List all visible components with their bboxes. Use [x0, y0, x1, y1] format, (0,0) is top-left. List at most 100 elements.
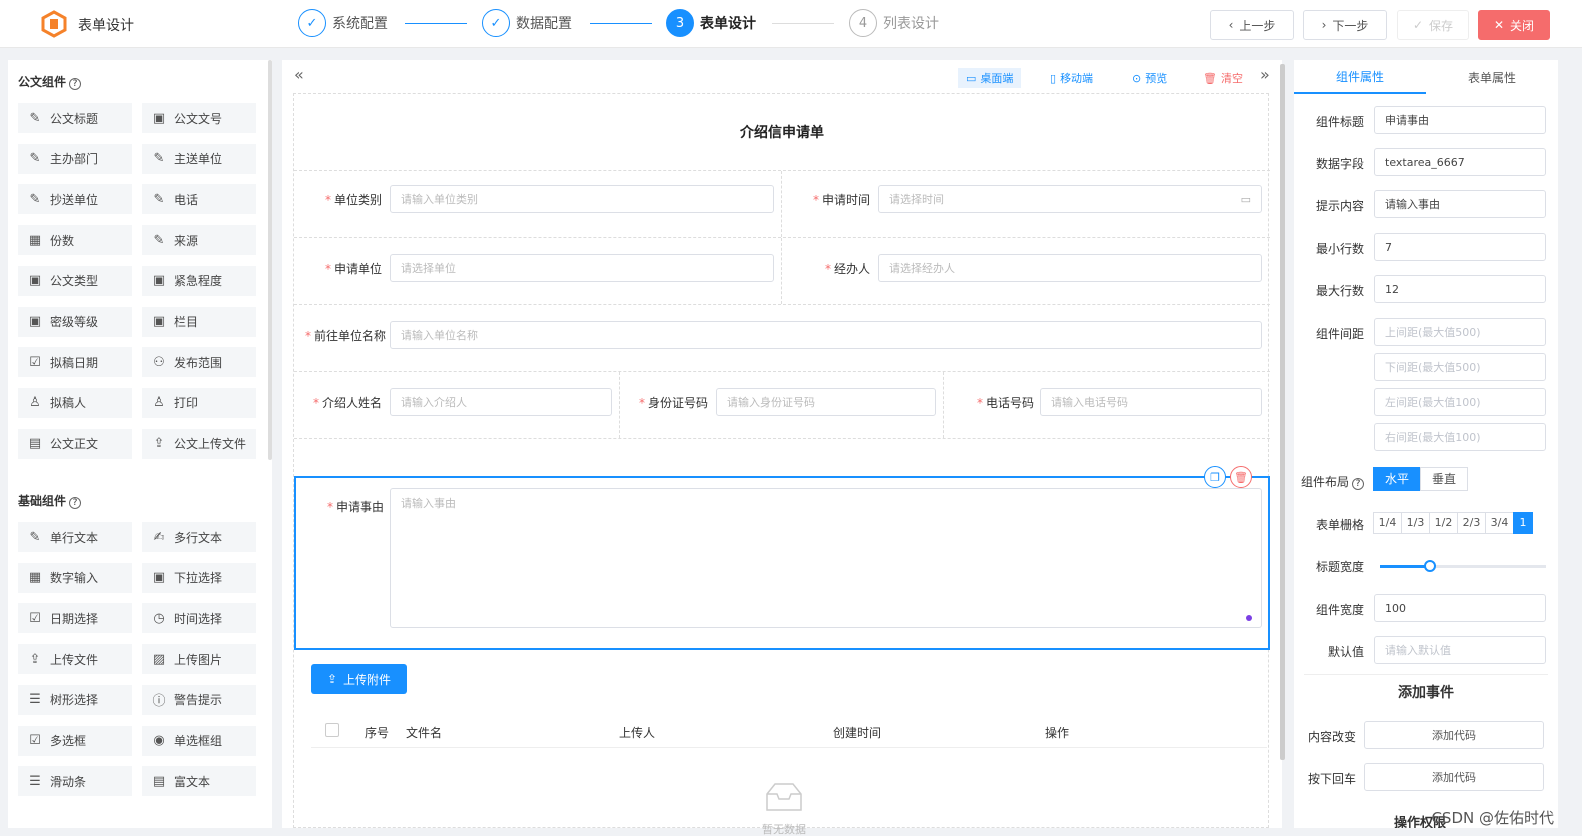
component-item[interactable]: ▣ 密级等级: [18, 306, 132, 337]
desktop-view-button[interactable]: ▭ 桌面端: [958, 68, 1022, 88]
component-item[interactable]: ▣ 紧急程度: [142, 265, 256, 296]
apply-unit-select[interactable]: 请选择单位: [390, 254, 774, 282]
component-item[interactable]: ▣ 公文文号: [142, 103, 256, 133]
spacing-bottom-input[interactable]: 下间距(最大值500): [1374, 353, 1546, 381]
form-cell[interactable]: * 申请单位 请选择单位: [294, 238, 782, 304]
min-rows-input[interactable]: 7: [1374, 233, 1546, 261]
form-title: 介绍信申请单: [294, 94, 1270, 171]
col-actions: 操作: [1045, 726, 1070, 740]
form-cell[interactable]: * 介绍人姓名 请输入介绍人: [294, 372, 620, 438]
save-button[interactable]: ✓ 保存: [1397, 10, 1469, 40]
step-list-design[interactable]: 4 列表设计: [849, 8, 939, 38]
add-code-button[interactable]: 添加代码: [1364, 763, 1544, 791]
component-item[interactable]: ◷ 时间选择: [142, 603, 256, 634]
spacing-left-input[interactable]: 左间距(最大值100): [1374, 388, 1546, 416]
component-item[interactable]: ▣ 下拉选择: [142, 562, 256, 593]
id-number-input[interactable]: 请输入身份证号码: [716, 388, 936, 416]
step-system-config[interactable]: ✓ 系统配置: [298, 8, 388, 38]
default-value-input[interactable]: 请输入默认值: [1374, 636, 1546, 664]
reason-textarea[interactable]: 请输入事由: [390, 488, 1262, 628]
add-code-button[interactable]: 添加代码: [1364, 721, 1544, 749]
step-data-config[interactable]: ✓ 数据配置: [482, 8, 572, 38]
canvas-scrollbar[interactable]: [1280, 64, 1285, 760]
component-item[interactable]: ▣ 公文类型: [18, 265, 132, 296]
component-width-input[interactable]: 100: [1374, 594, 1546, 622]
copy-icon[interactable]: ❐: [1204, 466, 1226, 488]
component-item[interactable]: ☑ 多选框: [18, 725, 132, 756]
grid-option[interactable]: 1/3: [1401, 512, 1430, 534]
component-item[interactable]: ▦ 数字输入: [18, 562, 132, 593]
hint-input[interactable]: 请输入事由: [1374, 190, 1546, 218]
layout-vertical-option[interactable]: 垂直: [1420, 467, 1469, 491]
selected-field-reason[interactable]: ❐ 🗑 * 申请事由 请输入事由: [294, 466, 1270, 650]
component-item[interactable]: ▤ 公文正文: [18, 428, 132, 459]
clear-button[interactable]: 🗑 清空: [1203, 68, 1243, 88]
component-item[interactable]: ▤ 富文本: [142, 766, 256, 797]
component-icon: ☰: [29, 773, 41, 789]
spacing-top-input[interactable]: 上间距(最大值500): [1374, 318, 1546, 346]
grid-option[interactable]: 1/4: [1373, 512, 1402, 534]
delete-icon[interactable]: 🗑: [1230, 466, 1252, 488]
data-field-input[interactable]: textarea_6667: [1374, 148, 1546, 176]
grid-option[interactable]: 1: [1513, 512, 1533, 534]
mobile-view-button[interactable]: ▯ 移动端: [1050, 68, 1093, 88]
slider-thumb[interactable]: [1423, 560, 1436, 572]
apply-time-input[interactable]: 请选择时间 ▭: [878, 185, 1262, 213]
preview-button[interactable]: ⊙ 预览: [1132, 68, 1167, 88]
component-item[interactable]: ▣ 栏目: [142, 306, 256, 337]
panel-scrollbar[interactable]: [268, 60, 272, 460]
component-item[interactable]: ⓘ 警告提示: [142, 684, 256, 715]
introducee-input[interactable]: 请输入介绍人: [390, 388, 612, 416]
component-item[interactable]: ✎ 公文标题: [18, 103, 132, 133]
help-icon[interactable]: ?: [69, 78, 82, 90]
dest-unit-input[interactable]: 请输入单位名称: [390, 321, 1262, 349]
prev-button[interactable]: ‹ 上一步: [1210, 10, 1294, 40]
component-item[interactable]: ✎ 主送单位: [142, 143, 256, 174]
component-item[interactable]: ▦ 份数: [18, 225, 132, 256]
unit-type-input[interactable]: 请输入单位类别: [390, 185, 774, 213]
next-button[interactable]: › 下一步: [1303, 10, 1387, 40]
collapse-left-icon[interactable]: «: [294, 65, 304, 84]
collapse-right-icon[interactable]: »: [1260, 65, 1270, 84]
close-button[interactable]: ✕ 关闭: [1478, 10, 1550, 40]
component-item[interactable]: ✎ 抄送单位: [18, 184, 132, 215]
component-item[interactable]: ✎ 单行文本: [18, 522, 132, 552]
max-rows-input[interactable]: 12: [1374, 275, 1546, 303]
component-item[interactable]: ☰ 滑动条: [18, 766, 132, 797]
form-cell[interactable]: * 单位类别 请输入单位类别: [294, 171, 782, 237]
component-item[interactable]: ✎ 来源: [142, 225, 256, 256]
help-icon[interactable]: ?: [1352, 478, 1364, 490]
component-item[interactable]: ♙ 拟稿人: [18, 387, 132, 418]
step-form-design[interactable]: 3 表单设计: [666, 8, 756, 38]
prop-label: 标题宽度: [1315, 560, 1364, 574]
component-icon: ▣: [152, 110, 166, 126]
component-item[interactable]: ⚇ 发布范围: [142, 347, 256, 378]
component-title-input[interactable]: 申请事由: [1374, 106, 1546, 134]
upload-attachment-button[interactable]: ⇪ 上传附件: [311, 664, 407, 694]
component-item[interactable]: ✎ 电话: [142, 184, 256, 215]
handler-select[interactable]: 请选择经办人: [878, 254, 1262, 282]
grid-option[interactable]: 3/4: [1485, 512, 1514, 534]
tab-component-props[interactable]: 组件属性: [1294, 60, 1426, 94]
component-item[interactable]: ✍ 多行文本: [142, 522, 256, 552]
phone-input[interactable]: 请输入电话号码: [1040, 388, 1262, 416]
component-item[interactable]: ◉ 单选框组: [142, 725, 256, 756]
form-cell[interactable]: * 身份证号码 请输入身份证号码: [620, 372, 944, 438]
label-width-slider[interactable]: [1380, 560, 1436, 572]
layout-horizontal-option[interactable]: 水平: [1373, 467, 1422, 491]
tab-form-props[interactable]: 表单属性: [1426, 60, 1558, 94]
component-item[interactable]: ☰ 树形选择: [18, 684, 132, 715]
grid-option[interactable]: 1/2: [1429, 512, 1458, 534]
component-item[interactable]: ♙ 打印: [142, 387, 256, 418]
spacing-right-input[interactable]: 右间距(最大值100): [1374, 423, 1546, 451]
grid-option[interactable]: 2/3: [1457, 512, 1486, 534]
component-label: 发布范围: [174, 355, 223, 370]
component-item[interactable]: ☑ 拟稿日期: [18, 347, 132, 378]
component-item[interactable]: ⇪ 上传文件: [18, 644, 132, 675]
component-item[interactable]: ☑ 日期选择: [18, 603, 132, 634]
select-all-checkbox[interactable]: [325, 723, 339, 737]
component-item[interactable]: ▨ 上传图片: [142, 644, 256, 675]
component-item[interactable]: ✎ 主办部门: [18, 143, 132, 174]
component-item[interactable]: ⇪ 公文上传文件: [142, 428, 256, 459]
help-icon[interactable]: ?: [69, 497, 82, 509]
